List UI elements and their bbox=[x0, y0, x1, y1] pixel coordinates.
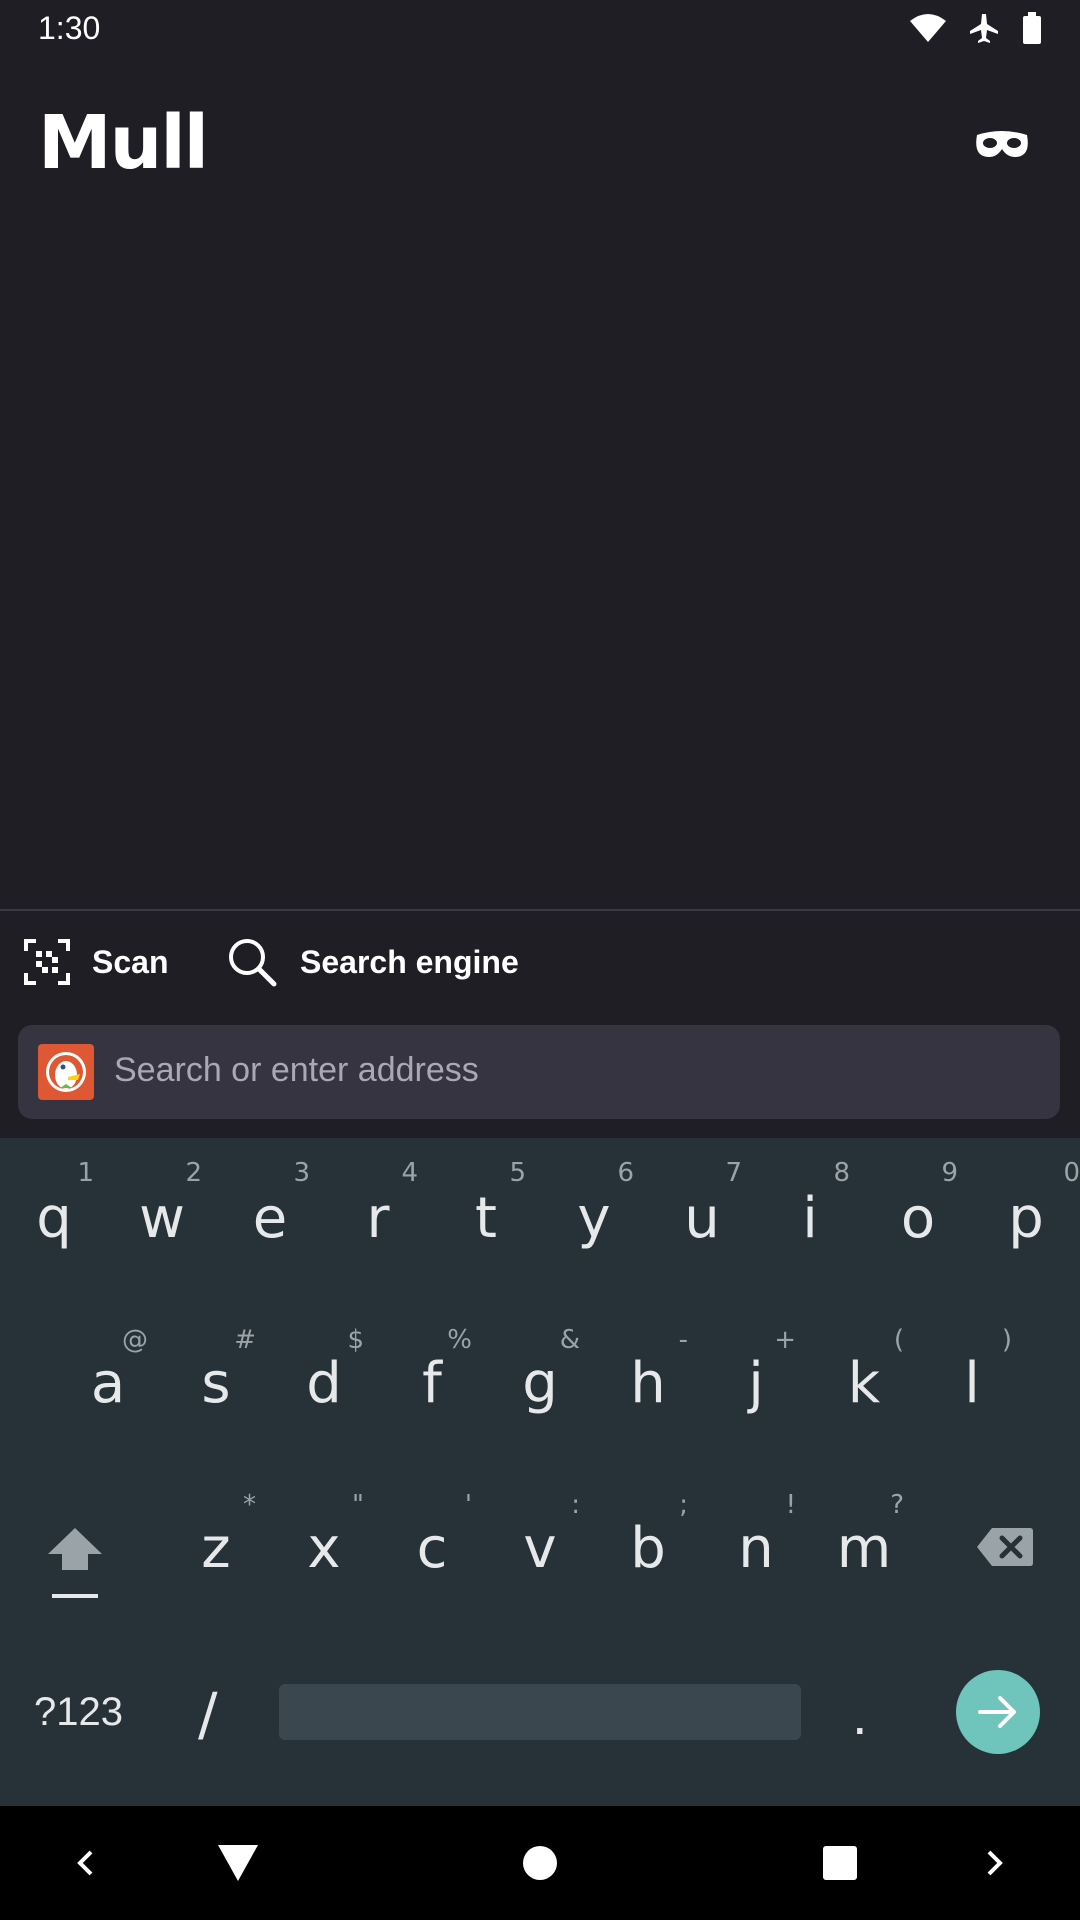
go-key[interactable] bbox=[956, 1670, 1040, 1754]
key-label: o bbox=[900, 1186, 936, 1251]
keyboard-row-1: 1q 2w 3e 4r 5t 6y 7u 8i 9o 0p bbox=[0, 1138, 1080, 1288]
wifi-icon bbox=[910, 14, 946, 42]
scan-label: Scan bbox=[92, 943, 169, 980]
key-label: u bbox=[684, 1186, 720, 1251]
divider bbox=[0, 909, 1080, 911]
private-browsing-button[interactable] bbox=[972, 120, 1032, 170]
url-input[interactable]: Search or enter address bbox=[114, 1051, 479, 1090]
key-label: c bbox=[416, 1516, 448, 1581]
nav-left-button[interactable] bbox=[60, 1806, 110, 1920]
key-label: p bbox=[1008, 1186, 1044, 1251]
nav-right-button[interactable] bbox=[970, 1806, 1020, 1920]
key-label: v bbox=[523, 1516, 557, 1581]
key-label: e bbox=[252, 1186, 288, 1251]
key-label: m bbox=[836, 1516, 892, 1581]
key-hint: 7 bbox=[725, 1158, 742, 1188]
key-label: n bbox=[738, 1516, 774, 1581]
chevron-right-icon bbox=[987, 1850, 1003, 1876]
qr-scan-icon bbox=[24, 939, 70, 985]
period-key[interactable]: . bbox=[852, 1682, 868, 1747]
key-label: i bbox=[802, 1186, 818, 1251]
app-title: Mull bbox=[38, 100, 209, 186]
shift-icon bbox=[48, 1528, 102, 1598]
shift-key[interactable] bbox=[44, 1524, 106, 1604]
scan-button[interactable]: Scan bbox=[24, 932, 168, 992]
system-navigation-bar bbox=[0, 1806, 1080, 1920]
key-label: w bbox=[139, 1186, 185, 1251]
quick-actions: Scan Search engine bbox=[0, 912, 1080, 1012]
status-bar: 1:30 bbox=[0, 0, 1080, 60]
key-label: l bbox=[964, 1351, 980, 1416]
key-label: x bbox=[307, 1516, 341, 1581]
key-label: d bbox=[306, 1351, 342, 1416]
key-label: q bbox=[36, 1186, 72, 1251]
status-icons bbox=[910, 12, 1042, 44]
status-time: 1:30 bbox=[38, 10, 101, 46]
airplane-icon bbox=[970, 14, 998, 43]
key-hint: 6 bbox=[617, 1158, 634, 1188]
keyboard-row-3: * z " x ' c :v ; b ! n ? m bbox=[0, 1470, 1080, 1620]
key-label: h bbox=[630, 1351, 666, 1416]
duckduckgo-icon[interactable] bbox=[38, 1044, 94, 1100]
key-hint: 1 bbox=[77, 1158, 94, 1188]
key-label: b bbox=[630, 1516, 666, 1581]
key-hint: 0 bbox=[1063, 1158, 1080, 1188]
back-triangle-icon bbox=[218, 1845, 258, 1881]
key-label: r bbox=[366, 1186, 390, 1251]
key-hint: 2 bbox=[185, 1158, 202, 1188]
key-hint: 3 bbox=[293, 1158, 310, 1188]
nav-back-button[interactable] bbox=[200, 1806, 276, 1920]
key-label: z bbox=[201, 1516, 231, 1581]
space-key[interactable] bbox=[279, 1684, 801, 1740]
battery-icon bbox=[1023, 12, 1041, 44]
nav-home-button[interactable] bbox=[500, 1806, 580, 1920]
key-hint: 8 bbox=[833, 1158, 850, 1188]
search-engine-label: Search engine bbox=[300, 943, 519, 980]
key-hint: 4 bbox=[401, 1158, 418, 1188]
key-label: k bbox=[847, 1351, 881, 1416]
key-label: a bbox=[90, 1351, 126, 1416]
url-bar[interactable]: Search or enter address bbox=[18, 1025, 1060, 1119]
arrow-right-icon bbox=[978, 1696, 1016, 1728]
key-hint: 5 bbox=[509, 1158, 526, 1188]
key-label: f bbox=[422, 1351, 442, 1416]
key-label: y bbox=[577, 1186, 611, 1251]
search-engine-button[interactable]: Search engine bbox=[226, 932, 519, 992]
nav-recents-button[interactable] bbox=[800, 1806, 880, 1920]
key-label: g bbox=[522, 1351, 558, 1416]
mask-icon bbox=[976, 131, 1028, 157]
key-label: s bbox=[201, 1351, 231, 1416]
key-label: j bbox=[748, 1351, 764, 1416]
recents-square-icon bbox=[823, 1846, 857, 1880]
chevron-left-icon bbox=[77, 1850, 93, 1876]
keyboard-row-2: @ a # s $ d % f & g -h + j (k ) l bbox=[0, 1305, 1080, 1455]
backspace-key[interactable] bbox=[976, 1526, 1034, 1568]
key-hint: 9 bbox=[941, 1158, 958, 1188]
search-icon bbox=[229, 939, 277, 987]
slash-key[interactable]: / bbox=[198, 1680, 218, 1748]
backspace-icon bbox=[977, 1528, 1033, 1566]
symbols-key[interactable]: ?123 bbox=[34, 1690, 123, 1735]
home-circle-icon bbox=[523, 1846, 557, 1880]
key-label: t bbox=[475, 1186, 497, 1251]
